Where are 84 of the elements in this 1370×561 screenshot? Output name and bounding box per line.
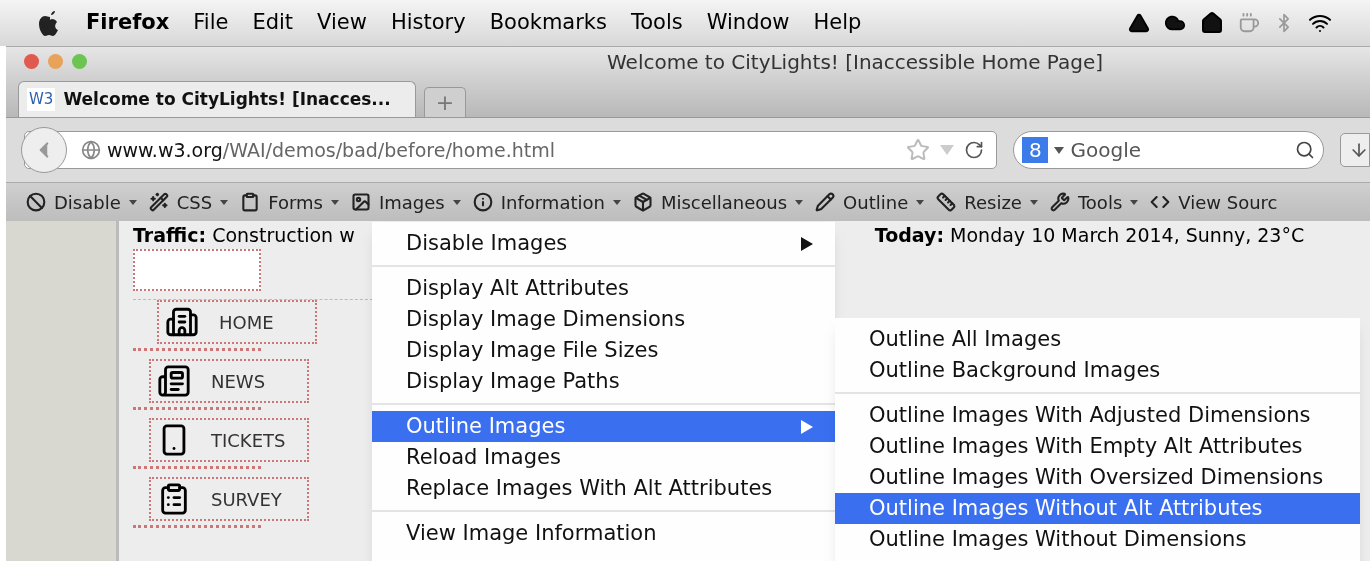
menu-item[interactable]: Reload Images bbox=[372, 442, 835, 473]
triangle-icon[interactable] bbox=[1128, 12, 1150, 34]
menu-title[interactable]: Help bbox=[813, 7, 862, 39]
nav-label: HOME bbox=[219, 310, 274, 335]
toolbar-menu[interactable]: Tools bbox=[1077, 188, 1123, 216]
menu-caret-icon[interactable] bbox=[795, 199, 804, 205]
ruler-icon bbox=[936, 192, 957, 212]
menu-title[interactable]: Tools bbox=[630, 7, 683, 39]
submenu-arrow-icon bbox=[801, 419, 813, 434]
nav-image-link[interactable]: HOME bbox=[157, 300, 317, 344]
menu-caret-icon[interactable] bbox=[612, 199, 621, 205]
search-icon[interactable] bbox=[1295, 140, 1316, 160]
toolbar-menu[interactable]: CSS bbox=[176, 188, 213, 216]
browser-tab[interactable]: W3 Welcome to CityLights! [Inacces... bbox=[18, 81, 416, 117]
nav-image-link[interactable]: SURVEY bbox=[149, 477, 309, 521]
menu-item[interactable]: Outline Images bbox=[372, 411, 835, 442]
nav-image-link[interactable]: TICKETS bbox=[149, 418, 309, 462]
menu-caret-icon[interactable] bbox=[452, 199, 461, 205]
pencil-icon bbox=[815, 192, 836, 212]
reload-icon[interactable] bbox=[964, 140, 985, 160]
search-engine-badge[interactable]: 8 bbox=[1022, 137, 1049, 163]
nav-image-link[interactable]: NEWS bbox=[149, 359, 309, 403]
menu-title[interactable]: Window bbox=[706, 7, 790, 39]
menu-caret-icon[interactable] bbox=[916, 199, 925, 205]
menu-item[interactable]: Disable Images bbox=[372, 228, 835, 259]
today-text: Today: Monday 10 March 2014, Sunny, 23°C bbox=[874, 222, 1305, 248]
menu-item[interactable]: Display Image File Sizes bbox=[372, 335, 835, 366]
toolbar-menu[interactable]: Disable bbox=[54, 188, 121, 216]
search-placeholder: Google bbox=[1070, 137, 1141, 164]
building-icon bbox=[165, 305, 199, 339]
tab-title: Welcome to CityLights! [Inacces... bbox=[63, 87, 391, 111]
menu-title[interactable]: File bbox=[193, 7, 229, 39]
menu-caret-icon[interactable] bbox=[1029, 199, 1038, 205]
tab-favicon: W3 bbox=[27, 88, 56, 111]
back-button[interactable] bbox=[21, 127, 67, 173]
menu-item[interactable]: Outline Background Images bbox=[835, 355, 1360, 386]
menu-item[interactable]: Outline Images Without Alt Attributes bbox=[835, 493, 1360, 524]
menu-title[interactable]: History bbox=[390, 7, 466, 39]
nav-label: SURVEY bbox=[211, 487, 282, 512]
traffic-text: Traffic: Construction w bbox=[133, 222, 355, 248]
menu-caret-icon[interactable] bbox=[330, 199, 339, 205]
house-icon[interactable] bbox=[1200, 11, 1224, 35]
menu-title[interactable]: View bbox=[317, 7, 367, 39]
menu-caret-icon[interactable] bbox=[1130, 199, 1139, 205]
bookmark-star-icon[interactable] bbox=[906, 138, 931, 162]
toolbar-menu[interactable]: View Sourc bbox=[1178, 188, 1278, 216]
close-button[interactable] bbox=[24, 54, 39, 69]
window-title: Welcome to CityLights! [Inaccessible Home Page] bbox=[607, 48, 1104, 76]
menu-title[interactable]: Edit bbox=[252, 7, 294, 39]
nav-label: TICKETS bbox=[211, 428, 286, 453]
menu-item[interactable]: Display Image Paths bbox=[372, 366, 835, 397]
clipboard-icon bbox=[240, 192, 261, 212]
magic-wand-icon bbox=[148, 192, 169, 212]
menu-caret-icon[interactable] bbox=[220, 199, 229, 205]
wrench-icon bbox=[1049, 192, 1070, 212]
menu-title[interactable]: Bookmarks bbox=[489, 7, 607, 39]
menu-item[interactable]: Outline Images Without Dimensions bbox=[835, 524, 1360, 555]
menu-caret-icon[interactable] bbox=[128, 199, 137, 205]
toolbar-menu[interactable]: Resize bbox=[964, 188, 1022, 216]
app-menu[interactable]: Firefox bbox=[86, 7, 170, 39]
downloads-button[interactable] bbox=[1340, 133, 1370, 167]
menu-item[interactable]: Replace Images With Alt Attributes bbox=[372, 473, 835, 504]
toolbar-menu[interactable]: Forms bbox=[268, 188, 323, 216]
toolbar-menu[interactable]: Outline bbox=[843, 188, 909, 216]
image-icon bbox=[350, 192, 371, 212]
info-icon bbox=[472, 192, 493, 212]
menu-item[interactable]: Outline All Images bbox=[835, 324, 1360, 355]
engine-caret-icon[interactable] bbox=[1054, 146, 1065, 154]
ban-icon bbox=[26, 192, 46, 212]
globe-icon bbox=[81, 140, 101, 160]
toolbar-menu[interactable]: Images bbox=[378, 188, 445, 216]
menu-item[interactable]: Display Image Dimensions bbox=[372, 304, 835, 335]
newspaper-icon bbox=[157, 364, 191, 398]
menu-item[interactable]: View Image Information bbox=[372, 518, 835, 549]
box-icon bbox=[632, 192, 653, 212]
submenu-arrow-icon bbox=[801, 236, 813, 251]
menu-item[interactable]: Outline Images With Adjusted Dimensions bbox=[835, 400, 1360, 431]
search-field[interactable]: 8 Google bbox=[1013, 131, 1325, 169]
toolbar-menu[interactable]: Miscellaneous bbox=[660, 188, 788, 216]
menu-item[interactable]: Display Alt Attributes bbox=[372, 273, 835, 304]
nav-label: NEWS bbox=[211, 369, 266, 394]
menu-item[interactable]: Outline Images With Oversized Dimensions bbox=[835, 462, 1360, 493]
toolbar-menu[interactable]: Information bbox=[500, 188, 605, 216]
menu-item[interactable]: Outline Images With Empty Alt Attributes bbox=[835, 431, 1360, 462]
